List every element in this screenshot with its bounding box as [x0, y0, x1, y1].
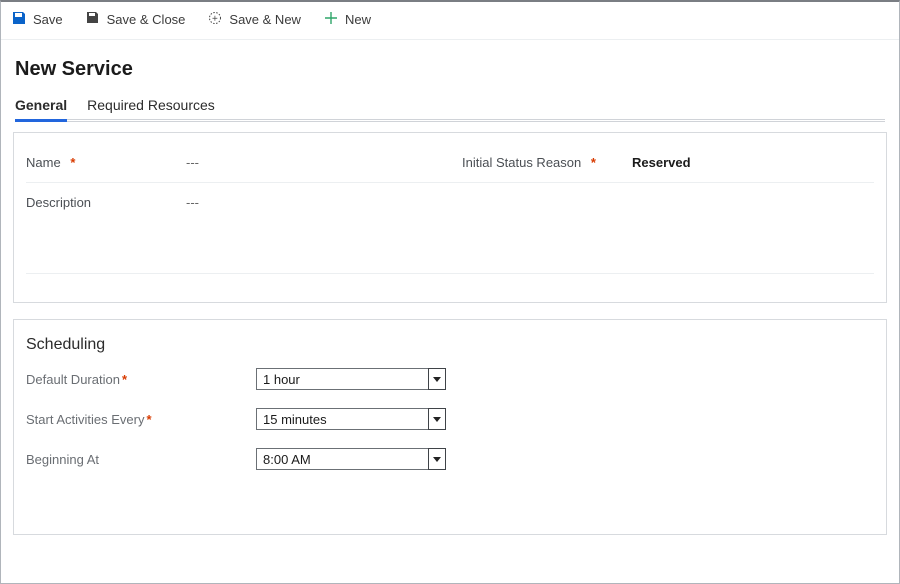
tab-required-resources-label: Required Resources — [87, 97, 215, 113]
row-name-status: Name * --- Initial Status Reason * Reser… — [26, 143, 874, 183]
beginning-at-label: Beginning At — [26, 452, 256, 467]
chevron-down-icon — [432, 452, 442, 467]
start-every-field[interactable] — [256, 408, 446, 430]
general-spacer — [26, 214, 874, 274]
required-asterisk-icon: * — [122, 372, 127, 387]
name-field[interactable]: --- — [186, 149, 199, 176]
command-bar: Save Save & Close Save & New New — [1, 2, 899, 40]
new-button-label: New — [345, 12, 371, 27]
save-close-icon — [85, 10, 101, 29]
save-new-button[interactable]: Save & New — [205, 8, 303, 31]
row-default-duration: Default Duration* — [26, 368, 874, 390]
start-every-label: Start Activities Every* — [26, 412, 256, 427]
chevron-down-icon — [432, 372, 442, 387]
row-start-every: Start Activities Every* — [26, 408, 874, 430]
beginning-at-input[interactable] — [256, 448, 428, 470]
row-beginning-at: Beginning At — [26, 448, 874, 470]
required-asterisk-icon: * — [70, 155, 75, 170]
scheduling-section: Scheduling Default Duration* Start Activ… — [13, 319, 887, 535]
save-close-button-label: Save & Close — [107, 12, 186, 27]
default-duration-field[interactable] — [256, 368, 446, 390]
save-icon — [11, 10, 27, 29]
start-every-dropdown-button[interactable] — [428, 408, 446, 430]
default-duration-label-text: Default Duration — [26, 372, 120, 387]
content-area: Name * --- Initial Status Reason * Reser… — [1, 122, 899, 584]
description-field[interactable]: --- — [186, 189, 199, 216]
required-asterisk-icon: * — [146, 412, 151, 427]
tab-general[interactable]: General — [15, 93, 67, 122]
start-every-input[interactable] — [256, 408, 428, 430]
save-close-button[interactable]: Save & Close — [83, 8, 188, 31]
save-button-label: Save — [33, 12, 63, 27]
required-asterisk-icon: * — [591, 155, 596, 170]
chevron-down-icon — [432, 412, 442, 427]
general-section: Name * --- Initial Status Reason * Reser… — [13, 132, 887, 303]
save-button[interactable]: Save — [9, 8, 65, 31]
page-header: New Service General Required Resources — [1, 40, 899, 122]
name-label: Name * — [26, 149, 186, 176]
page-title: New Service — [15, 58, 885, 81]
name-label-text: Name — [26, 155, 61, 170]
default-duration-dropdown-button[interactable] — [428, 368, 446, 390]
app-window: Save Save & Close Save & New New New Ser… — [0, 0, 900, 584]
default-duration-input[interactable] — [256, 368, 428, 390]
status-label-text: Initial Status Reason — [462, 155, 581, 170]
start-every-label-text: Start Activities Every — [26, 412, 144, 427]
default-duration-label: Default Duration* — [26, 372, 256, 387]
tab-required-resources[interactable]: Required Resources — [87, 93, 215, 119]
description-label: Description — [26, 189, 186, 216]
save-new-icon — [207, 10, 223, 29]
beginning-at-dropdown-button[interactable] — [428, 448, 446, 470]
beginning-at-field[interactable] — [256, 448, 446, 470]
tab-general-label: General — [15, 97, 67, 113]
save-new-button-label: Save & New — [229, 12, 301, 27]
scheduling-heading: Scheduling — [26, 336, 874, 354]
plus-icon — [323, 10, 339, 29]
new-button[interactable]: New — [321, 8, 373, 31]
status-label: Initial Status Reason * — [462, 149, 632, 176]
status-field[interactable]: Reserved — [632, 149, 691, 176]
tab-strip: General Required Resources — [15, 93, 885, 122]
